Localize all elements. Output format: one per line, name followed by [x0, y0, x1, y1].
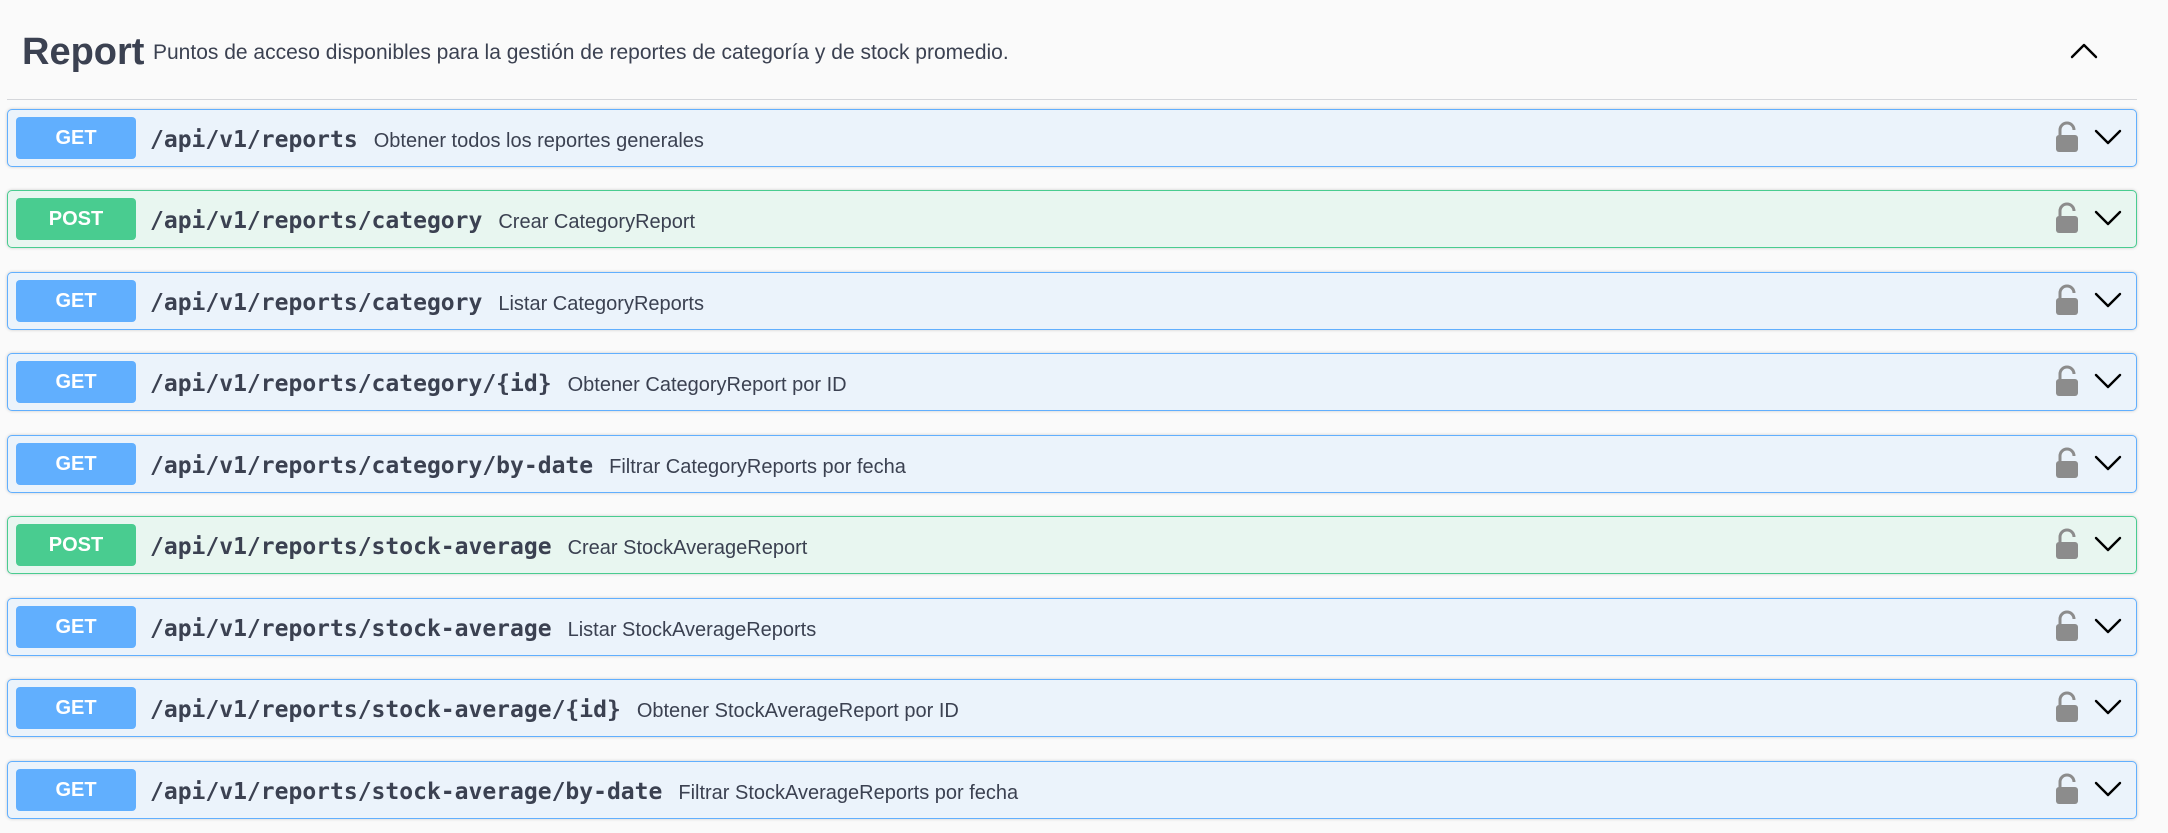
endpoint-summary: Crear CategoryReport	[498, 211, 696, 233]
path-text: /api/v1/reports/category/by-date	[150, 453, 594, 479]
method-badge: GET	[16, 280, 136, 322]
chevron-down-icon[interactable]	[2093, 614, 2123, 638]
endpoint-path: /api/v1/reports/category Crear CategoryRe…	[150, 207, 695, 236]
chevron-down-icon[interactable]	[2093, 125, 2123, 149]
report-tag-section: Report Puntos de acceso disponibles para…	[0, 0, 2168, 833]
endpoint-summary: Filtrar CategoryReports por fecha	[609, 456, 906, 478]
method-badge: GET	[16, 769, 136, 811]
operation-row[interactable]: GET /api/v1/reports Obtener todos los rep…	[7, 109, 2137, 167]
endpoint-summary: Listar CategoryReports	[498, 293, 704, 315]
collapse-button[interactable]	[2062, 30, 2106, 70]
operation-row[interactable]: GET /api/v1/reports/category Listar Categ…	[7, 272, 2137, 330]
endpoint-summary: Crear StockAverageReport	[567, 537, 808, 559]
unlocked-padlock-icon[interactable]	[2054, 610, 2080, 642]
endpoint-path: /api/v1/reports Obtener todos los reporte…	[150, 126, 704, 155]
unlocked-padlock-icon[interactable]	[2054, 365, 2080, 397]
method-badge: GET	[16, 606, 136, 648]
chevron-up-icon	[2070, 43, 2098, 59]
unlocked-padlock-icon[interactable]	[2054, 691, 2080, 723]
endpoint-path: /api/v1/reports/category/{id} Obtener Cat…	[150, 370, 847, 399]
path-text: /api/v1/reports	[150, 127, 358, 153]
chevron-down-icon[interactable]	[2093, 288, 2123, 312]
path-text: /api/v1/reports/category	[150, 208, 483, 234]
chevron-down-icon[interactable]	[2093, 532, 2123, 556]
method-badge: GET	[16, 443, 136, 485]
endpoint-path: /api/v1/reports/stock-average/by-date Fil…	[150, 778, 1018, 807]
operation-row[interactable]: GET /api/v1/reports/stock-average Listar …	[7, 598, 2137, 656]
unlocked-padlock-icon[interactable]	[2054, 121, 2080, 153]
chevron-down-icon[interactable]	[2093, 695, 2123, 719]
operation-row[interactable]: GET /api/v1/reports/category/by-date Filt…	[7, 435, 2137, 493]
unlocked-padlock-icon[interactable]	[2054, 528, 2080, 560]
endpoint-path: /api/v1/reports/category Listar CategoryR…	[150, 289, 704, 318]
operation-row[interactable]: GET /api/v1/reports/stock-average/{id} Ob…	[7, 679, 2137, 737]
unlocked-padlock-icon[interactable]	[2054, 447, 2080, 479]
unlocked-padlock-icon[interactable]	[2054, 284, 2080, 316]
method-badge: POST	[16, 524, 136, 566]
endpoint-path: /api/v1/reports/stock-average Crear Stock…	[150, 533, 807, 562]
method-badge: POST	[16, 198, 136, 240]
method-badge: GET	[16, 361, 136, 403]
method-badge: GET	[16, 687, 136, 729]
endpoint-summary: Listar StockAverageReports	[567, 619, 817, 641]
endpoint-path: /api/v1/reports/stock-average Listar Stoc…	[150, 615, 816, 644]
path-text: /api/v1/reports/category/{id}	[150, 371, 552, 397]
chevron-down-icon[interactable]	[2093, 451, 2123, 475]
path-text: /api/v1/reports/category	[150, 290, 483, 316]
operation-row[interactable]: POST /api/v1/reports/stock-average Crear …	[7, 516, 2137, 574]
endpoint-path: /api/v1/reports/stock-average/{id} Obtene…	[150, 696, 959, 725]
chevron-down-icon[interactable]	[2093, 777, 2123, 801]
operation-row[interactable]: GET /api/v1/reports/category/{id} Obtener…	[7, 353, 2137, 411]
tag-title: Report	[22, 31, 145, 73]
path-text: /api/v1/reports/stock-average/{id}	[150, 697, 621, 723]
method-badge: GET	[16, 117, 136, 159]
endpoint-summary: Obtener StockAverageReport por ID	[636, 700, 959, 722]
operation-row[interactable]: GET /api/v1/reports/stock-average/by-dat…	[7, 761, 2137, 819]
chevron-down-icon[interactable]	[2093, 206, 2123, 230]
operation-row[interactable]: POST /api/v1/reports/category Crear Categ…	[7, 190, 2137, 248]
unlocked-padlock-icon[interactable]	[2054, 202, 2080, 234]
endpoint-summary: Obtener todos los reportes generales	[373, 130, 704, 152]
chevron-down-icon[interactable]	[2093, 369, 2123, 393]
endpoint-summary: Obtener CategoryReport por ID	[567, 374, 847, 396]
path-text: /api/v1/reports/stock-average	[150, 616, 552, 642]
path-text: /api/v1/reports/stock-average	[150, 534, 552, 560]
tag-description: Puntos de acceso disponibles para la ges…	[153, 41, 1009, 64]
endpoint-summary: Filtrar StockAverageReports por fecha	[678, 782, 1019, 804]
tag-header[interactable]: Report Puntos de acceso disponibles para…	[7, 0, 2137, 100]
unlocked-padlock-icon[interactable]	[2054, 773, 2080, 805]
endpoint-path: /api/v1/reports/category/by-date Filtrar …	[150, 452, 906, 481]
path-text: /api/v1/reports/stock-average/by-date	[150, 779, 663, 805]
